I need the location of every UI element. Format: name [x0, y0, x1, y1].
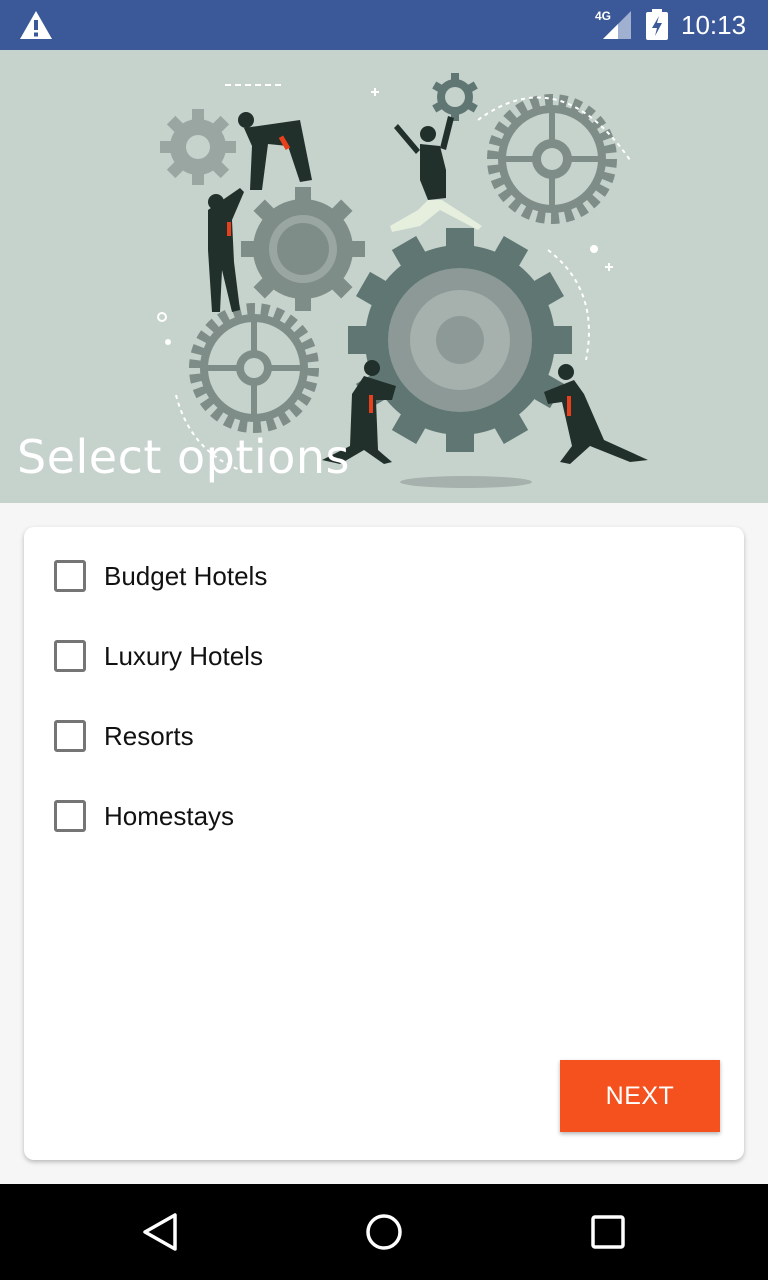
option-label: Homestays: [104, 800, 235, 831]
checkbox-resorts[interactable]: [54, 720, 86, 752]
checkbox-luxury-hotels[interactable]: [54, 640, 86, 672]
back-icon[interactable]: [141, 1212, 179, 1252]
checkbox-budget-hotels[interactable]: [54, 560, 86, 592]
battery-charging-icon: [646, 9, 668, 40]
status-bar: 4G 10:13: [0, 0, 768, 50]
option-homestays[interactable]: Homestays: [54, 796, 234, 836]
hero-banner: Select options: [0, 50, 768, 503]
navigation-bar: [0, 1184, 768, 1280]
home-icon[interactable]: [364, 1212, 404, 1252]
next-button[interactable]: NEXT: [560, 1060, 720, 1132]
option-resorts[interactable]: Resorts: [54, 716, 194, 756]
recents-icon[interactable]: [590, 1214, 626, 1250]
option-label: Budget Hotels: [104, 560, 268, 591]
warning-icon: [20, 11, 52, 39]
option-label: Luxury Hotels: [104, 640, 263, 671]
page-title: Select options: [17, 430, 350, 484]
option-luxury-hotels[interactable]: Luxury Hotels: [54, 636, 263, 676]
checkbox-homestays[interactable]: [54, 800, 86, 832]
signal-icon: [603, 11, 631, 39]
options-card: Budget Hotels Luxury Hotels Resorts Home…: [24, 527, 744, 1160]
option-budget-hotels[interactable]: Budget Hotels: [54, 556, 267, 596]
clock: 10:13: [681, 10, 747, 40]
option-label: Resorts: [104, 720, 194, 751]
